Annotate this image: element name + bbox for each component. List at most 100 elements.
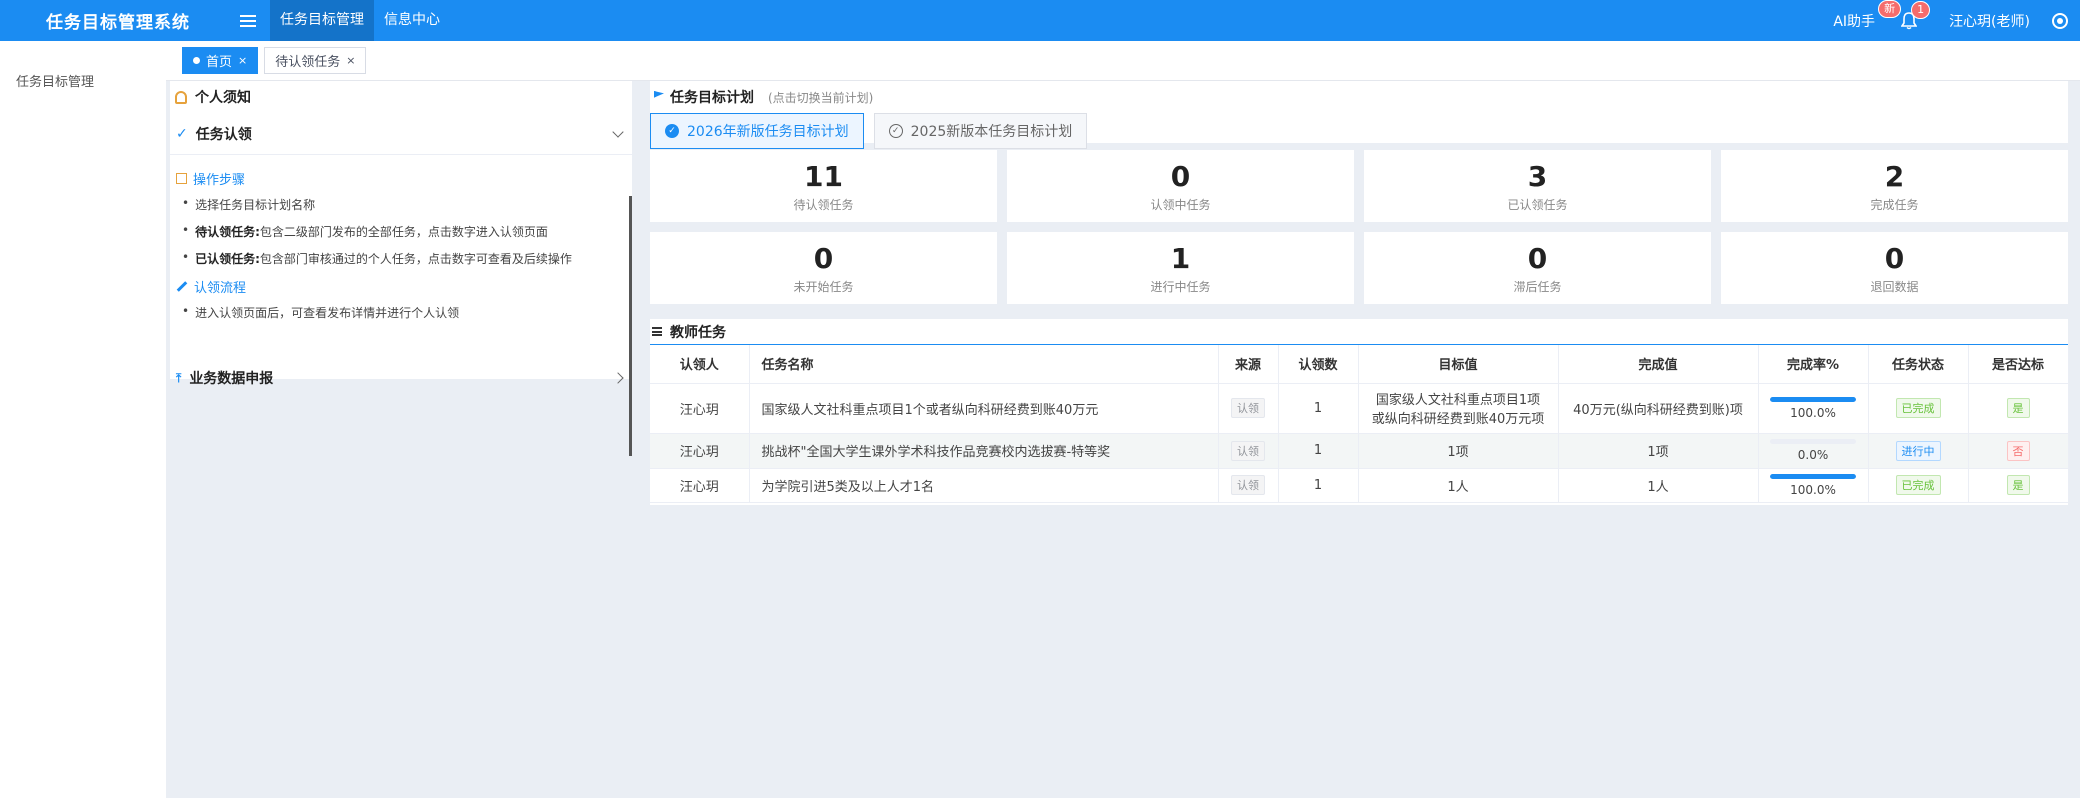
stat-claimed[interactable]: 3 已认领任务 bbox=[1364, 150, 1711, 222]
table-row[interactable]: 汪心玥 挑战杯"全国大学生课外学术科技作品竞赛校内选拔赛-特等奖 认领 1 1项… bbox=[650, 433, 2069, 469]
app-title: 任务目标管理系统 bbox=[46, 13, 190, 33]
top-nav: 任务目标管理 信息中心 bbox=[270, 0, 450, 41]
ai-helper-button[interactable]: AI助手 新 bbox=[1833, 0, 1902, 31]
stat-completed[interactable]: 2 完成任务 bbox=[1721, 150, 2068, 222]
source-tag: 认领 bbox=[1231, 475, 1265, 495]
target-line: 1项 bbox=[1447, 445, 1469, 460]
progress-fill bbox=[1770, 396, 1856, 402]
section-data-report[interactable]: ⤒ 业务数据申报 bbox=[170, 357, 632, 399]
stat-delayed[interactable]: 0 滞后任务 bbox=[1364, 232, 1711, 304]
plan-tab-2026[interactable]: ✓ 2026年新版任务目标计划 bbox=[650, 113, 864, 149]
stat-pending[interactable]: 11 待认领任务 bbox=[650, 150, 997, 222]
plan-tab-2026-label: 2026年新版任务目标计划 bbox=[687, 124, 849, 140]
active-dot-icon bbox=[193, 57, 200, 64]
menu-toggle-icon[interactable] bbox=[236, 10, 262, 32]
qualified-badge: 否 bbox=[2006, 440, 2030, 461]
col-claimer: 认领人 bbox=[650, 345, 750, 384]
stat-label: 未开始任务 bbox=[793, 279, 854, 294]
plan-tabs: ✓ 2026年新版任务目标计划 ✓ 2025新版本任务目标计划 bbox=[650, 113, 2068, 149]
stat-value: 1 bbox=[1170, 241, 1191, 275]
table-row[interactable]: 汪心玥 为学院引进5类及以上人才1名 认领 1 1人 1人 100.0% 已完成… bbox=[650, 468, 2069, 503]
check-icon: ✓ bbox=[176, 125, 188, 142]
cell-rate: 100.0% bbox=[1758, 383, 1869, 434]
table-row[interactable]: 汪心玥 国家级人文社科重点项目1个或者纵向科研经费到账40万元 认领 1 国家级… bbox=[650, 383, 2069, 434]
cell-count: 1 bbox=[1278, 383, 1359, 434]
tab-pending-close-icon[interactable]: × bbox=[346, 54, 355, 67]
stat-not-started[interactable]: 0 未开始任务 bbox=[650, 232, 997, 304]
source-tag: 认领 bbox=[1231, 440, 1265, 461]
stat-value: 0 bbox=[1170, 159, 1191, 193]
tab-home-label: 首页 bbox=[206, 55, 233, 70]
chevron-down-icon[interactable] bbox=[612, 125, 624, 138]
steps-title-label: 操作步骤 bbox=[193, 173, 246, 188]
tab-home-close-icon[interactable]: × bbox=[238, 54, 247, 67]
col-status: 任务状态 bbox=[1868, 345, 1969, 384]
cell-done: 1项 bbox=[1558, 433, 1759, 469]
stat-value: 0 bbox=[813, 241, 834, 275]
cell-task-name: 挑战杯"全国大学生课外学术科技作品竞赛校内选拔赛-特等奖 bbox=[749, 433, 1219, 469]
cell-done: 1人 bbox=[1558, 468, 1759, 503]
flag-icon bbox=[654, 91, 664, 98]
progress-text: 100.0% bbox=[1790, 482, 1836, 497]
user-menu[interactable]: 汪心玥(老师) bbox=[1949, 11, 2030, 31]
tasks-header: 教师任务 bbox=[650, 319, 2068, 345]
check-circle-icon: ✓ bbox=[888, 124, 903, 138]
cell-target: 国家级人文社科重点项目1项 或纵向科研经费到账40万元项 bbox=[1358, 383, 1559, 434]
stat-value: 3 bbox=[1527, 159, 1548, 193]
claim-section-body: 操作步骤 • 选择任务目标计划名称 • 待认领任务:包含二级部门发布的全部任务，点击… bbox=[170, 155, 632, 339]
nav-info-center[interactable]: 信息中心 bbox=[374, 0, 450, 41]
status-badge: 进行中 bbox=[1895, 440, 1941, 461]
tab-home[interactable]: 首页 × bbox=[182, 47, 259, 74]
steps-icon bbox=[176, 173, 187, 184]
tasks-table: 认领人 任务名称 来源 认领数 目标值 完成值 完成率% 任务状态 是否达标 汪… bbox=[650, 345, 2069, 503]
section-task-claim-label: 任务认领 bbox=[195, 126, 252, 143]
stat-returned[interactable]: 0 退回数据 bbox=[1721, 232, 2068, 304]
progress-text: 0.0% bbox=[1797, 448, 1829, 462]
plan-tab-2025[interactable]: ✓ 2025新版本任务目标计划 bbox=[873, 113, 1088, 149]
check-circle-icon: ✓ bbox=[665, 124, 679, 138]
target-line: 或纵向科研经费到账40万元项 bbox=[1371, 412, 1545, 427]
col-done: 完成值 bbox=[1558, 345, 1759, 384]
personal-notice-panel: 个人须知 ✓ 任务认领 操作步骤 • 选择任务目标计划名称 • 待认领任务:包含二级… bbox=[170, 81, 632, 456]
col-target: 目标值 bbox=[1358, 345, 1559, 384]
stat-value: 11 bbox=[804, 159, 843, 193]
table-header-row: 认领人 任务名称 来源 认领数 目标值 完成值 完成率% 任务状态 是否达标 bbox=[650, 345, 2069, 384]
cell-source: 认领 bbox=[1218, 383, 1279, 434]
list-item: • 待认领任务:包含二级部门发布的全部任务，点击数字进入认领页面 bbox=[182, 223, 548, 239]
section-task-claim[interactable]: ✓ 任务认领 bbox=[170, 113, 632, 155]
cell-done: 40万元(纵向科研经费到账)项 bbox=[1558, 383, 1759, 434]
progress-bar bbox=[1770, 396, 1856, 402]
cell-qualified: 否 bbox=[1968, 433, 2069, 469]
notification-count-badge: 1 bbox=[1911, 0, 1931, 19]
flow-title: 认领流程 bbox=[176, 277, 626, 296]
target-line: 1人 bbox=[1447, 479, 1469, 495]
nav-task-management[interactable]: 任务目标管理 bbox=[270, 0, 374, 41]
top-bar: 任务目标管理系统 任务目标管理 信息中心 AI助手 新 1 汪心玥(老师) bbox=[0, 0, 2080, 41]
qualified-badge: 是 bbox=[2006, 398, 2030, 418]
stat-in-progress[interactable]: 1 进行中任务 bbox=[1007, 232, 1354, 304]
notification-bell-icon[interactable]: 1 bbox=[1900, 0, 1931, 30]
tab-pending-tasks[interactable]: 待认领任务 × bbox=[264, 47, 367, 74]
status-badge: 已完成 bbox=[1895, 475, 1941, 495]
stat-label: 退回数据 bbox=[1870, 279, 1919, 294]
stat-label: 进行中任务 bbox=[1150, 279, 1211, 294]
plan-tab-2025-label: 2025新版本任务目标计划 bbox=[910, 124, 1073, 140]
flow-title-label: 认领流程 bbox=[194, 281, 247, 296]
ai-new-badge: 新 bbox=[1878, 0, 1902, 18]
stat-claiming[interactable]: 0 认领中任务 bbox=[1007, 150, 1354, 222]
cell-status: 已完成 bbox=[1868, 468, 1969, 503]
stat-label: 认领中任务 bbox=[1150, 197, 1211, 212]
sidebar-item-task-management[interactable]: 任务目标管理 bbox=[0, 41, 166, 120]
plan-header: 任务目标计划 (点击切换当前计划) bbox=[650, 81, 2068, 113]
panel-scrollbar[interactable] bbox=[629, 196, 632, 456]
plan-selector: 任务目标计划 (点击切换当前计划) ✓ 2026年新版任务目标计划 ✓ 2025… bbox=[650, 81, 2068, 149]
cell-claimer: 汪心玥 bbox=[650, 433, 750, 469]
col-qualified: 是否达标 bbox=[1968, 345, 2069, 384]
col-task-name: 任务名称 bbox=[749, 345, 1219, 384]
stats-grid: 11 待认领任务 0 认领中任务 3 已认领任务 2 完成任务 0 未开始任务 1 进行中任… bbox=[650, 150, 2068, 304]
step-text: 包含部门审核通过的个人任务，点击数字可查看及后续操作 bbox=[259, 252, 572, 266]
chevron-right-icon[interactable] bbox=[612, 372, 624, 384]
settings-gear-icon[interactable] bbox=[2052, 12, 2068, 29]
tasks-title: 教师任务 bbox=[670, 324, 726, 341]
stat-label: 完成任务 bbox=[1870, 197, 1919, 212]
